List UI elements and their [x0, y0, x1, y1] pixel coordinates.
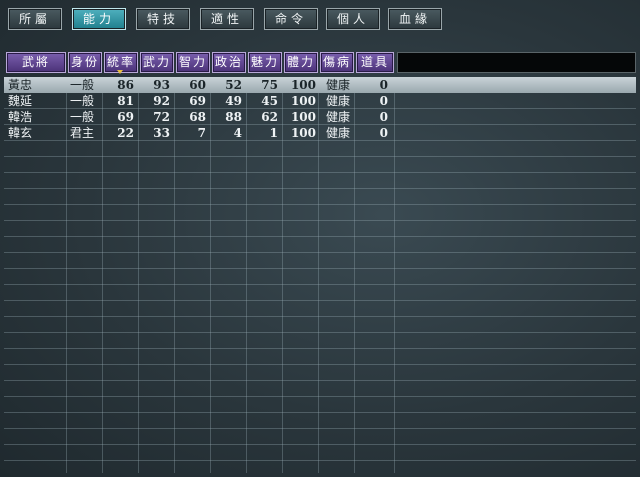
- intelligence-value: 60: [189, 78, 206, 92]
- health-status: 健康: [326, 126, 351, 140]
- item-count: 0: [379, 126, 388, 140]
- table-row[interactable]: 韓玄 君主 22 33 7 4 1 100 健康 0: [0, 125, 640, 141]
- intelligence-value: 68: [189, 110, 206, 124]
- tab-aptitude[interactable]: 適性: [200, 8, 254, 30]
- war-value: 92: [153, 94, 170, 108]
- officer-name: 魏延: [8, 94, 33, 108]
- politics-value: 88: [225, 110, 242, 124]
- officer-name: 韓浩: [8, 110, 33, 124]
- tab-bloodline[interactable]: 血緣: [388, 8, 442, 30]
- officer-rank: 一般: [70, 78, 95, 92]
- politics-value: 4: [233, 126, 242, 140]
- leadership-value: 69: [117, 110, 134, 124]
- tab-command[interactable]: 命令: [264, 8, 318, 30]
- header-stamina[interactable]: 體力: [284, 52, 318, 73]
- war-value: 72: [153, 110, 170, 124]
- politics-value: 52: [225, 78, 242, 92]
- war-value: 33: [153, 126, 170, 140]
- charisma-value: 75: [261, 78, 278, 92]
- intelligence-value: 69: [189, 94, 206, 108]
- sort-indicator-icon: [117, 70, 123, 74]
- tab-affiliation[interactable]: 所屬: [8, 8, 62, 30]
- health-status: 健康: [326, 78, 351, 92]
- stamina-value: 100: [290, 110, 316, 124]
- officer-name: 黃忠: [8, 78, 33, 92]
- leadership-value: 81: [117, 94, 134, 108]
- officer-rank: 君主: [70, 126, 95, 140]
- table-row[interactable]: 魏延 一般 81 92 69 49 45 100 健康 0: [0, 93, 640, 109]
- war-value: 93: [153, 78, 170, 92]
- officer-rank: 一般: [70, 110, 95, 124]
- header-charisma[interactable]: 魅力: [248, 52, 282, 73]
- tab-personal[interactable]: 個人: [326, 8, 380, 30]
- table-row[interactable]: 黃忠 一般 86 93 60 52 75 100 健康 0: [0, 77, 640, 93]
- header-intelligence[interactable]: 智力: [176, 52, 210, 73]
- table-row[interactable]: 韓浩 一般 69 72 68 88 62 100 健康 0: [0, 109, 640, 125]
- tab-ability[interactable]: 能力: [72, 8, 126, 30]
- header-war[interactable]: 武力: [140, 52, 174, 73]
- item-count: 0: [379, 110, 388, 124]
- tab-special-skill[interactable]: 特技: [136, 8, 190, 30]
- header-politics[interactable]: 政治: [212, 52, 246, 73]
- stamina-value: 100: [290, 94, 316, 108]
- charisma-value: 62: [261, 110, 278, 124]
- charisma-value: 45: [261, 94, 278, 108]
- header-status[interactable]: 身份: [68, 52, 102, 73]
- health-status: 健康: [326, 110, 351, 124]
- item-count: 0: [379, 94, 388, 108]
- stamina-value: 100: [290, 78, 316, 92]
- header-item[interactable]: 道具: [356, 52, 394, 73]
- header-injury[interactable]: 傷病: [320, 52, 354, 73]
- officer-rank: 一般: [70, 94, 95, 108]
- stamina-value: 100: [290, 126, 316, 140]
- header-blank-area: [397, 52, 636, 73]
- health-status: 健康: [326, 94, 351, 108]
- officer-name: 韓玄: [8, 126, 33, 140]
- header-officer[interactable]: 武將: [6, 52, 66, 73]
- intelligence-value: 7: [197, 126, 206, 140]
- charisma-value: 1: [269, 126, 278, 140]
- leadership-value: 22: [117, 126, 134, 140]
- leadership-value: 86: [117, 78, 134, 92]
- politics-value: 49: [225, 94, 242, 108]
- item-count: 0: [379, 78, 388, 92]
